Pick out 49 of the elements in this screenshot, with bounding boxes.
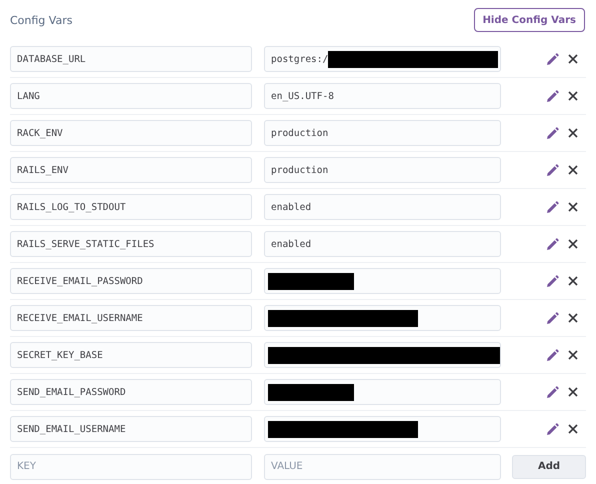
- delete-icon[interactable]: [568, 424, 578, 434]
- key-field[interactable]: RAILS_SERVE_STATIC_FILES: [10, 231, 252, 257]
- value-field[interactable]: [264, 305, 501, 331]
- delete-icon[interactable]: [568, 313, 578, 323]
- hide-config-vars-button[interactable]: Hide Config Vars: [474, 8, 585, 32]
- delete-icon[interactable]: [568, 350, 578, 360]
- key-field[interactable]: DATABASE_URL: [10, 46, 252, 72]
- value-field[interactable]: en_US.UTF-8: [264, 83, 501, 109]
- key-input[interactable]: KEY: [10, 454, 252, 480]
- delete-icon[interactable]: [568, 276, 578, 286]
- delete-icon[interactable]: [568, 239, 578, 249]
- value-field[interactable]: [264, 342, 501, 368]
- edit-icon[interactable]: [546, 52, 559, 66]
- delete-icon[interactable]: [568, 54, 578, 64]
- key-field[interactable]: LANG: [10, 83, 252, 109]
- edit-icon[interactable]: [546, 386, 559, 398]
- add-button[interactable]: Add: [512, 454, 586, 478]
- edit-icon[interactable]: [546, 274, 559, 288]
- key-field[interactable]: RECEIVE_EMAIL_USERNAME: [10, 305, 252, 331]
- section-title: Config Vars: [10, 14, 72, 26]
- value-field[interactable]: production: [264, 120, 501, 146]
- key-field[interactable]: RAILS_ENV: [10, 157, 252, 183]
- key-field[interactable]: SEND_EMAIL_USERNAME: [10, 416, 252, 442]
- key-field[interactable]: SEND_EMAIL_PASSWORD: [10, 379, 252, 405]
- delete-icon[interactable]: [568, 165, 578, 175]
- key-field[interactable]: RACK_ENV: [10, 120, 252, 146]
- key-field[interactable]: SECRET_KEY_BASE: [10, 342, 252, 368]
- delete-icon[interactable]: [568, 128, 578, 138]
- edit-icon[interactable]: [546, 312, 559, 324]
- value-input[interactable]: VALUE: [264, 454, 501, 480]
- delete-icon[interactable]: [568, 91, 578, 101]
- edit-icon[interactable]: [546, 90, 559, 102]
- value-field[interactable]: enabled: [264, 231, 501, 257]
- value-field[interactable]: [264, 416, 501, 442]
- edit-icon[interactable]: [546, 164, 559, 176]
- edit-icon[interactable]: [546, 422, 559, 436]
- value-field[interactable]: [264, 379, 501, 405]
- key-field[interactable]: RECEIVE_EMAIL_PASSWORD: [10, 268, 252, 294]
- value-field[interactable]: production: [264, 157, 501, 183]
- edit-icon[interactable]: [546, 238, 559, 250]
- value-field[interactable]: enabled: [264, 194, 501, 220]
- edit-icon[interactable]: [546, 200, 559, 214]
- edit-icon[interactable]: [546, 348, 559, 362]
- delete-icon[interactable]: [568, 202, 578, 212]
- delete-icon[interactable]: [568, 387, 578, 397]
- value-field[interactable]: postgres:/: [264, 46, 501, 72]
- key-field[interactable]: RAILS_LOG_TO_STDOUT: [10, 194, 252, 220]
- value-field[interactable]: [264, 268, 501, 294]
- edit-icon[interactable]: [546, 126, 559, 140]
